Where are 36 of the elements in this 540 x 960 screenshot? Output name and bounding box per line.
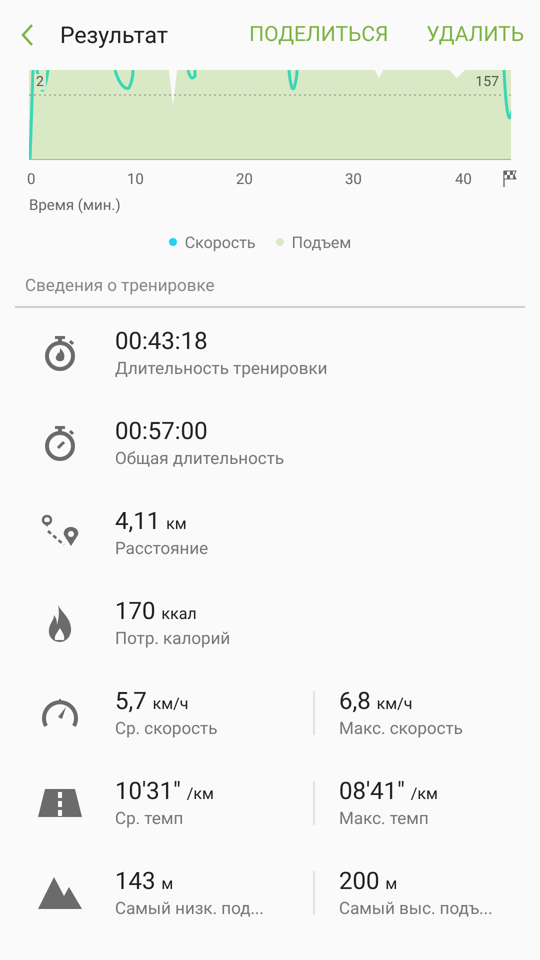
- stat-label: Ср. скорость: [115, 719, 218, 739]
- stat-value: 00:43:18: [115, 327, 209, 355]
- stat-label: Самый выс. подъ...: [339, 899, 493, 919]
- stat-value: 08'41" /км: [339, 777, 438, 805]
- stat-value: 10'31" /км: [115, 777, 215, 805]
- stat-value: 00:57:00: [115, 417, 209, 445]
- stat-label: Макс. скорость: [339, 719, 463, 739]
- stat-value: 4,11 км: [115, 507, 188, 535]
- stat-label: Общая длительность: [115, 449, 284, 469]
- stat-label: Самый низк. под...: [115, 899, 265, 919]
- stat-label: Потр. калорий: [115, 629, 230, 649]
- stat-value: 143 м: [115, 867, 174, 895]
- legend-label: Скорость: [184, 232, 256, 252]
- legend-label: Подъем: [292, 232, 352, 252]
- finish-flag-icon: [502, 170, 518, 188]
- axis-tick-label: 20: [236, 170, 253, 188]
- axis-title: Время (мин.): [29, 196, 122, 214]
- action-button[interactable]: УДАЛИТЬ: [420, 19, 530, 51]
- section-header: Сведения о тренировке: [15, 276, 525, 308]
- axis-tick-label: 10: [127, 170, 144, 188]
- axis-tick-label: 40: [455, 170, 472, 188]
- action-button[interactable]: ПОДЕЛИТЬСЯ: [243, 19, 394, 51]
- stat-label: Ср. темп: [115, 809, 184, 829]
- axis-tick-label: 30: [345, 170, 362, 188]
- stat-label: Расстояние: [115, 539, 208, 559]
- stat-label: Макс. темп: [339, 809, 430, 829]
- stat-label: Длительность тренировки: [115, 359, 328, 379]
- stat-value: 170 ккал: [115, 597, 198, 625]
- screen-title: Результат: [60, 22, 169, 48]
- road-icon: [36, 788, 82, 818]
- stat-value: 6,8 км/ч: [339, 687, 414, 715]
- stat-value: 200 м: [339, 867, 398, 895]
- stat-value: 5,7 км/ч: [115, 687, 190, 715]
- axis-tick-label: 0: [27, 170, 36, 188]
- line-value-label: 2: [34, 74, 46, 90]
- mountain-icon: [36, 876, 82, 910]
